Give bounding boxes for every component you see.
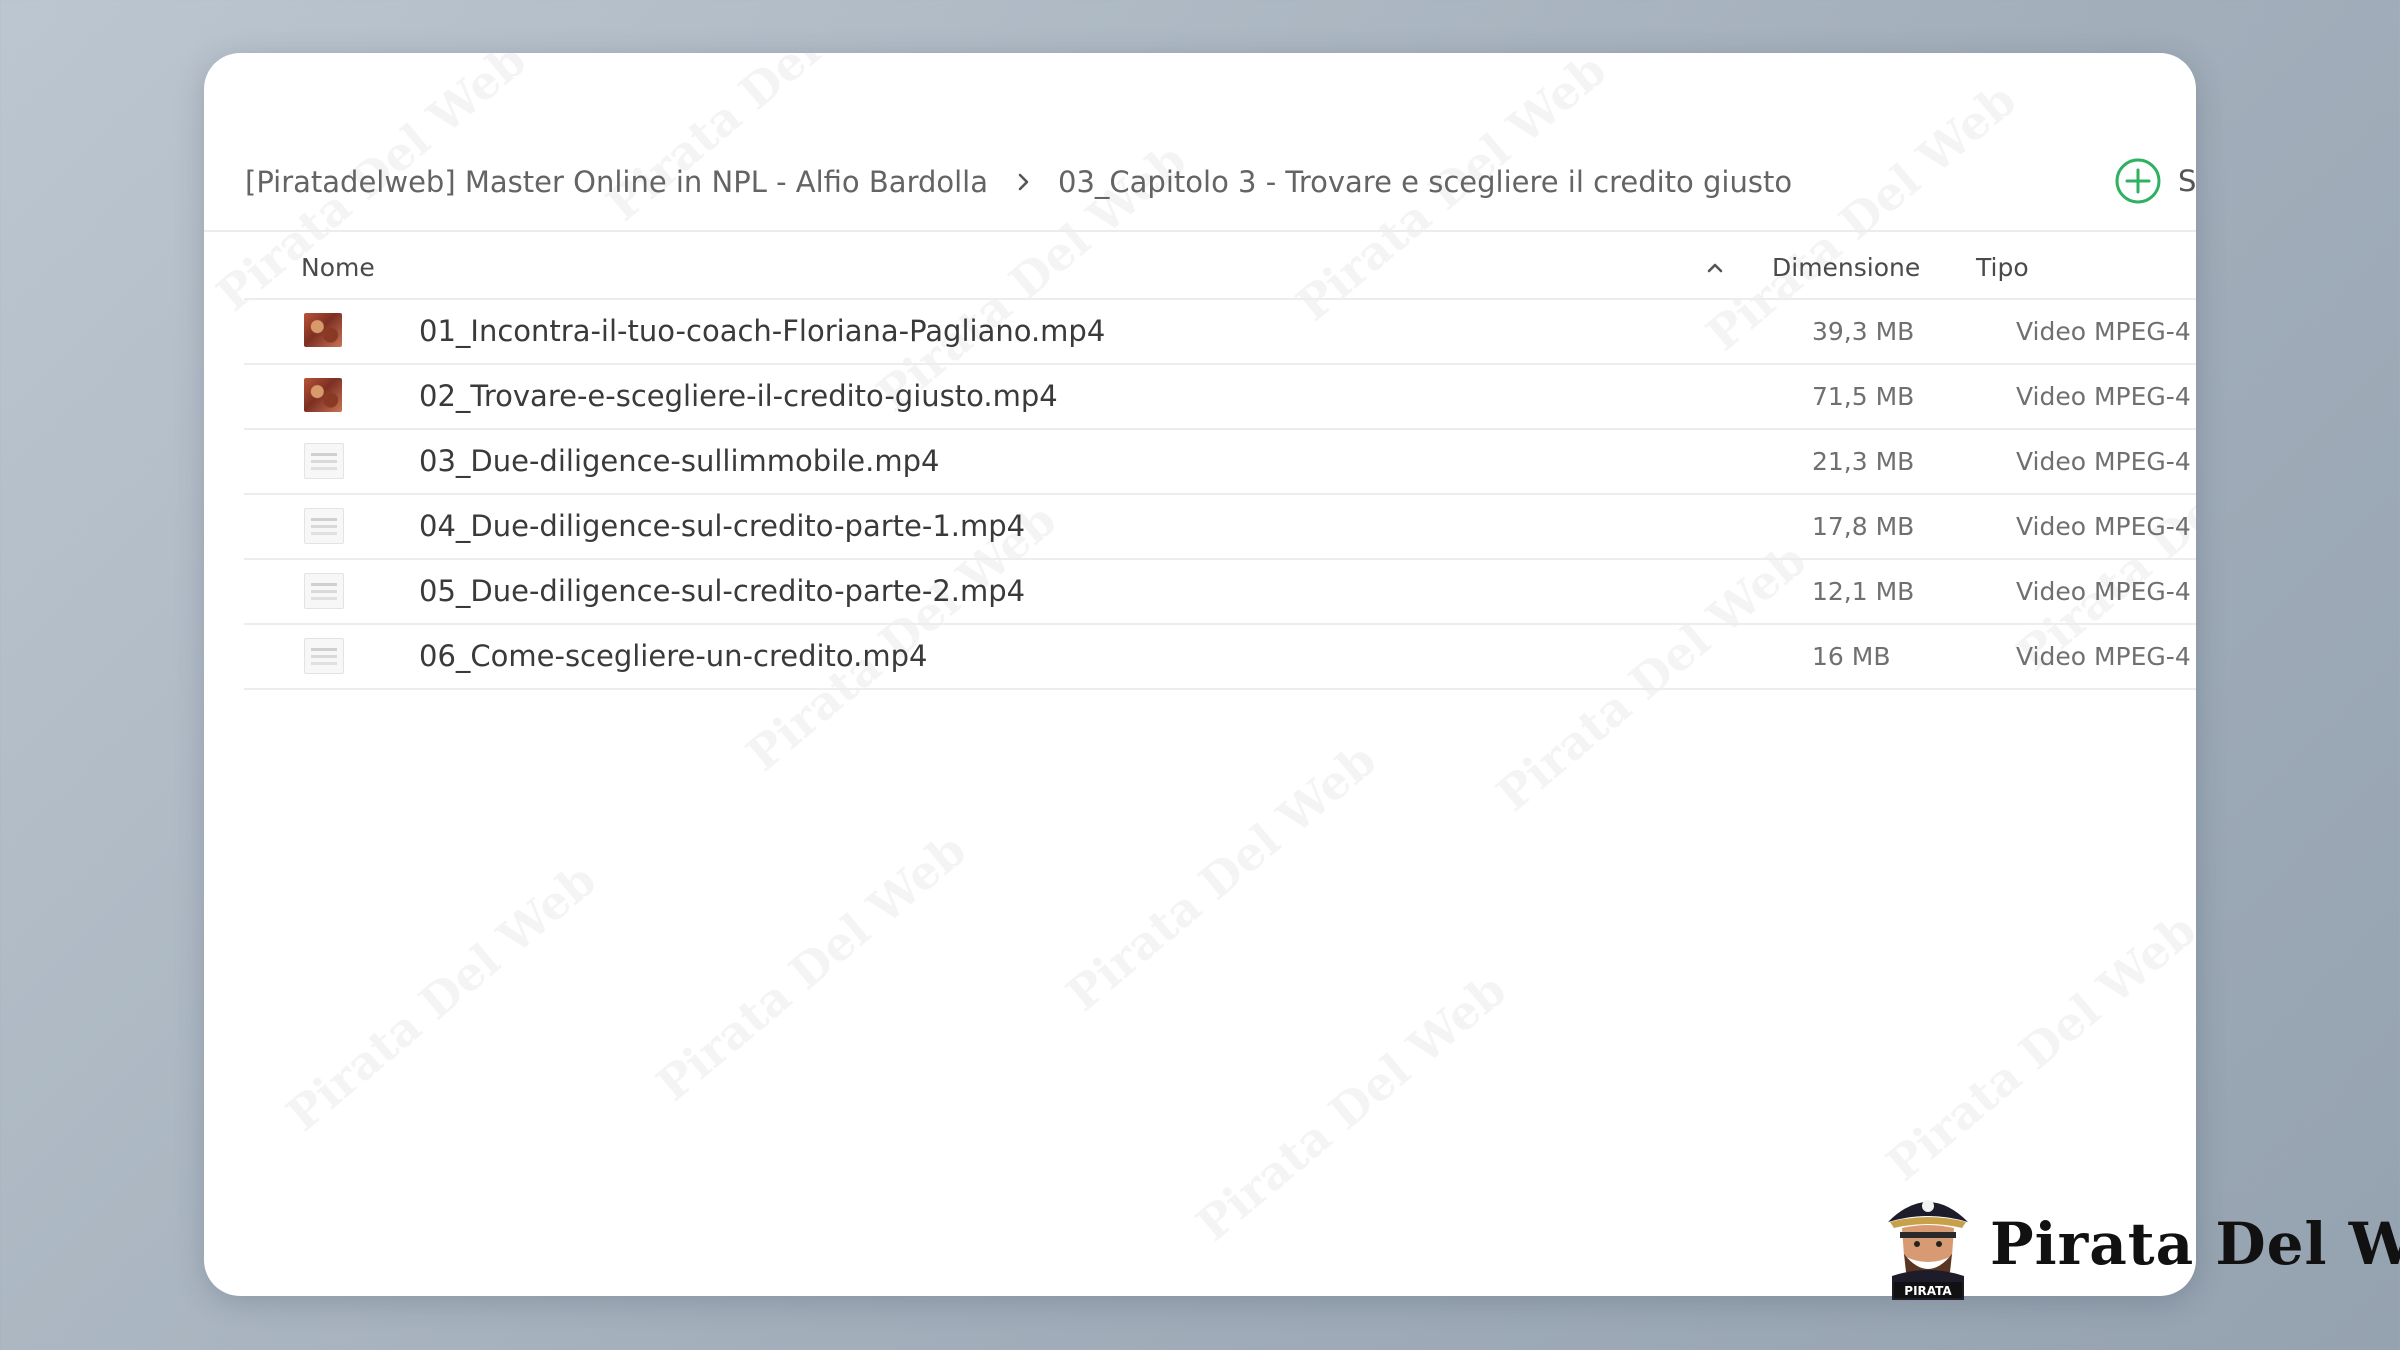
brand-logo: PIRATA Pirata Del Web bbox=[1880, 1188, 2400, 1300]
watermark-text: Pirata Del Web bbox=[646, 822, 976, 1111]
video-thumbnail-icon bbox=[304, 313, 342, 347]
toolbar-divider bbox=[204, 230, 2196, 232]
column-header-size[interactable]: Dimensione bbox=[1772, 251, 1920, 285]
file-type: Video MPEG-4 bbox=[2016, 512, 2191, 541]
table-row[interactable]: 03_Due-diligence-sullimmobile.mp4 21,3 MB… bbox=[244, 430, 2196, 495]
plus-circle-icon bbox=[2115, 158, 2161, 204]
column-header-name[interactable]: Nome bbox=[301, 251, 375, 285]
watermark-text: Pirata Del Web bbox=[1876, 902, 2196, 1191]
watermark-text: Pirata Del Web bbox=[1186, 962, 1516, 1251]
chevron-up-icon[interactable] bbox=[1704, 257, 1726, 279]
table-row[interactable]: 01_Incontra-il-tuo-coach-Floriana-Paglia… bbox=[244, 300, 2196, 365]
file-size: 12,1 MB bbox=[1812, 577, 1915, 606]
watermark-text: Pirata Del Web bbox=[1056, 732, 1386, 1021]
column-header-type[interactable]: Tipo bbox=[1976, 251, 2029, 285]
file-name[interactable]: 05_Due-diligence-sul-credito-parte-2.mp4 bbox=[419, 560, 1025, 623]
file-name[interactable]: 02_Trovare-e-scegliere-il-credito-giusto… bbox=[419, 365, 1058, 428]
file-size: 16 MB bbox=[1812, 642, 1891, 671]
new-button[interactable]: S bbox=[2114, 157, 2196, 205]
file-list: 01_Incontra-il-tuo-coach-Floriana-Paglia… bbox=[244, 300, 2196, 690]
file-type: Video MPEG-4 bbox=[2016, 447, 2191, 476]
pirata-badge: PIRATA bbox=[1904, 1284, 1952, 1298]
table-row[interactable]: 02_Trovare-e-scegliere-il-credito-giusto… bbox=[244, 365, 2196, 430]
file-type: Video MPEG-4 bbox=[2016, 382, 2191, 411]
video-thumbnail-icon bbox=[304, 443, 344, 479]
table-row[interactable]: 06_Come-scegliere-un-credito.mp4 16 MB Vid… bbox=[244, 625, 2196, 690]
pirata-badge-text: PIRATA bbox=[1904, 1284, 1952, 1298]
file-size: 21,3 MB bbox=[1812, 447, 1915, 476]
breadcrumb-item-chapter[interactable]: 03_Capitolo 3 - Trovare e scegliere il c… bbox=[1058, 165, 1792, 199]
file-type: Video MPEG-4 bbox=[2016, 577, 2191, 606]
file-browser-window: Pirata Del Web Pirata Del Web Pirata Del W… bbox=[204, 53, 2196, 1296]
new-button-label: S bbox=[2178, 164, 2196, 198]
breadcrumb-item-course[interactable]: [Piratadelweb] Master Online in NPL - Al… bbox=[245, 165, 988, 199]
watermark-text: Pirata Del Web bbox=[596, 53, 926, 231]
file-type: Video MPEG-4 bbox=[2016, 317, 2191, 346]
file-name[interactable]: 01_Incontra-il-tuo-coach-Floriana-Paglia… bbox=[419, 300, 1105, 363]
file-name[interactable]: 04_Due-diligence-sul-credito-parte-1.mp4 bbox=[419, 495, 1025, 558]
video-thumbnail-icon bbox=[304, 573, 344, 609]
video-thumbnail-icon bbox=[304, 378, 342, 412]
chevron-right-icon bbox=[1018, 173, 1029, 191]
file-type: Video MPEG-4 bbox=[2016, 642, 2191, 671]
file-name[interactable]: 06_Come-scegliere-un-credito.mp4 bbox=[419, 625, 928, 688]
video-thumbnail-icon bbox=[304, 638, 344, 674]
file-name[interactable]: 03_Due-diligence-sullimmobile.mp4 bbox=[419, 430, 939, 493]
brand-name: Pirata Del Web bbox=[1990, 1210, 2400, 1278]
table-row[interactable]: 04_Due-diligence-sul-credito-parte-1.mp4… bbox=[244, 495, 2196, 560]
video-thumbnail-icon bbox=[304, 508, 344, 544]
file-size: 71,5 MB bbox=[1812, 382, 1915, 411]
file-size: 39,3 MB bbox=[1812, 317, 1915, 346]
watermark-text: Pirata Del Web bbox=[276, 852, 606, 1141]
file-size: 17,8 MB bbox=[1812, 512, 1915, 541]
table-row[interactable]: 05_Due-diligence-sul-credito-parte-2.mp4… bbox=[244, 560, 2196, 625]
breadcrumb: [Piratadelweb] Master Online in NPL - Al… bbox=[245, 161, 1792, 203]
